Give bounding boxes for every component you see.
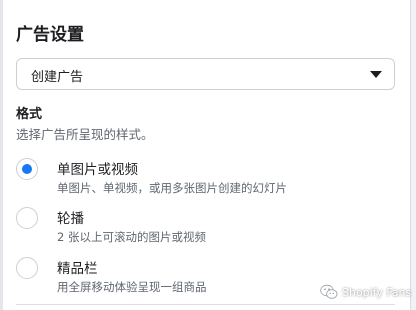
- watermark: Shopify Fans: [320, 283, 411, 301]
- wechat-icon: [320, 284, 338, 299]
- option-description: 2 张以上可滚动的图片或视频: [57, 230, 206, 244]
- format-description: 选择广告所呈现的样式。: [16, 127, 154, 142]
- radio-button-selected[interactable]: [16, 158, 38, 180]
- ad-settings-panel: 广告设置 创建广告 格式 选择广告所呈现的样式。 单图片或视频 单图片、单视频，…: [3, 0, 411, 310]
- option-description: 用全屏移动体验呈现一组商品: [57, 280, 207, 294]
- ad-setup-select[interactable]: 创建广告: [16, 58, 395, 90]
- format-heading: 格式: [16, 107, 43, 122]
- format-option-single-image-video[interactable]: 单图片或视频 单图片、单视频，或用多张图片创建的幻灯片: [16, 158, 395, 200]
- option-description: 单图片、单视频，或用多张图片创建的幻灯片: [57, 181, 287, 195]
- radio-button[interactable]: [16, 207, 38, 229]
- panel-title: 广告设置: [16, 25, 84, 45]
- option-label: 单图片或视频: [57, 162, 138, 178]
- divider: [16, 304, 395, 305]
- watermark-text: Shopify Fans: [342, 285, 412, 299]
- option-label: 轮播: [57, 211, 84, 227]
- option-label: 精品栏: [57, 261, 98, 277]
- radio-dot: [22, 164, 32, 174]
- ad-setup-select-value: 创建广告: [31, 70, 84, 85]
- caret-down-icon: [370, 71, 382, 78]
- radio-button[interactable]: [16, 257, 38, 279]
- format-option-carousel[interactable]: 轮播 2 张以上可滚动的图片或视频: [16, 207, 395, 249]
